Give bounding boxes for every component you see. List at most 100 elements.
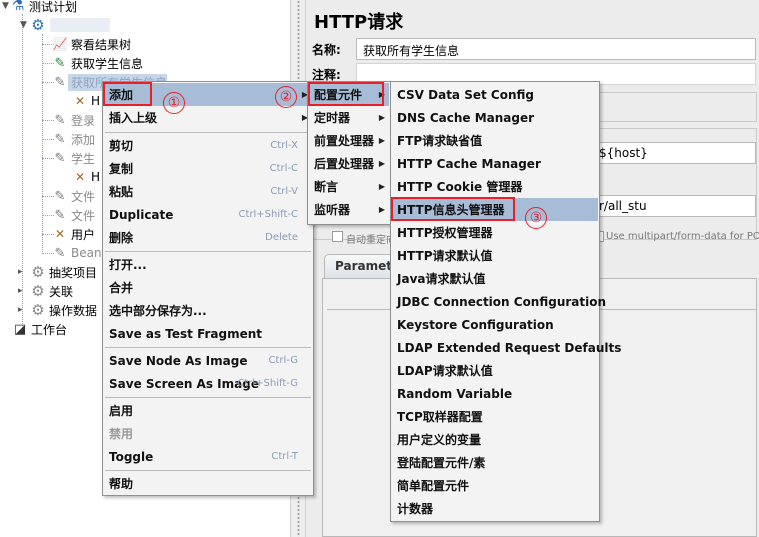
menu-item-copy[interactable]: 复制 Ctrl-C [104,157,312,180]
gear-icon: ⚙ [31,301,45,319]
tree-node-data-op[interactable]: ▸ ⚙ 操作数据 [18,300,97,320]
menu-item-enable[interactable]: 启用 [104,399,312,422]
workbench-icon: ◪ [13,321,27,337]
tree-node-thread-group[interactable]: ▼ ⚙ [20,15,110,35]
menu-item-save-fragment[interactable]: Save as Test Fragment [104,322,312,345]
menu-item-csv-data-set[interactable]: CSV Data Set Config [392,83,598,106]
tree-node-file-1[interactable]: ✎ 文件 [52,186,95,206]
menu-item-help[interactable]: 帮助 [104,472,312,495]
wrench-icon: ✕ [54,227,66,241]
collapse-toggle-icon[interactable]: ▼ [2,1,9,11]
wrench-icon: ✕ [74,170,86,184]
path-field[interactable]: r/all_stu [592,195,756,217]
menu-item-http-defaults[interactable]: HTTP请求默认值 [392,244,598,267]
gear-icon: ⚙ [31,263,45,281]
auto-redirect-label: 自动重定向 [346,235,396,246]
menu-separator [105,397,311,398]
menu-separator [105,347,311,348]
expand-toggle-icon[interactable]: ▸ [18,267,23,277]
menu-item-http-cache[interactable]: HTTP Cache Manager [392,152,598,175]
menu-item-tcp-config[interactable]: TCP取样器配置 [392,405,598,428]
pen-icon: ✎ [54,150,66,166]
menu-item-insert-parent[interactable]: 插入上级 ▶ [104,106,312,129]
pen-icon: ✎ [54,74,66,90]
panel-title: HTTP请求 [314,12,404,33]
menu-item-ftp-defaults[interactable]: FTP请求缺省值 [392,129,598,152]
menu-item-user-variables[interactable]: 用户定义的变量 [392,428,598,451]
annotation-box-header-manager [391,197,515,221]
gear-icon: ⚙ [31,282,45,300]
submenu-arrow-icon: ▶ [378,113,385,122]
flask-icon: ⚗ [11,0,25,14]
tree-node-get-student[interactable]: ✎ 获取学生信息 [52,53,143,73]
menu-item-save-selection[interactable]: 选中部分保存为... [104,299,312,322]
menu-item-random-variable[interactable]: Random Variable [392,382,598,405]
auto-redirect-checkbox[interactable] [332,231,343,242]
expand-toggle-icon[interactable]: ▸ [18,286,23,296]
tree-node-student-child[interactable]: ✕ H [72,167,100,187]
menu-item-counter[interactable]: 计数器 [392,497,598,520]
menu-item-timer[interactable]: 定时器 ▶ [309,106,389,129]
annotation-box-config [308,82,384,106]
menu-item-ldap-ext-defaults[interactable]: LDAP Extended Request Defaults [392,336,621,359]
menu-item-ldap-defaults[interactable]: LDAP请求默认值 [392,359,598,382]
pen-icon: ✎ [54,112,66,128]
menu-item-assertion[interactable]: 断言 ▶ [309,175,389,198]
menu-item-disable: 禁用 [109,427,134,441]
collapse-toggle-icon[interactable]: ▼ [20,20,27,30]
menu-item-auth-manager[interactable]: HTTP授权管理器 [392,221,598,244]
menu-item-save-node-image[interactable]: Save Node As Image Ctrl-G [104,349,312,372]
tree-node-student[interactable]: ✎ 学生 [52,148,95,168]
menu-item-save-screen-image[interactable]: Save Screen As Image Ctrl+Shift-G [104,372,312,395]
tree-node-file-2[interactable]: ✎ 文件 [52,205,95,225]
pen-icon: ✎ [54,188,66,204]
multipart-label: Use multipart/form-data for POST [606,231,759,242]
menu-item-cut[interactable]: 剪切 Ctrl-X [104,134,312,157]
tree-node-login[interactable]: ✎ 登录 [52,110,95,130]
submenu-arrow-icon: ▶ [378,205,385,214]
menu-item-dns-cache[interactable]: DNS Cache Manager [392,106,598,129]
name-label: 名称: [312,42,341,57]
menu-item-merge[interactable]: 合并 [104,276,312,299]
tree-node-lottery[interactable]: ▸ ⚙ 抽奖项目 [18,262,97,282]
menu-item-cookie-manager[interactable]: HTTP Cookie 管理器 [392,175,598,198]
menu-item-paste[interactable]: 粘贴 Ctrl-V [104,180,312,203]
expand-toggle-icon[interactable]: ▸ [18,305,23,315]
tree-node-user[interactable]: ✕ 用户 [52,224,95,244]
menu-item-keystore-config[interactable]: Keystore Configuration [392,313,598,336]
submenu-arrow-icon: ▶ [378,159,385,168]
context-menu: 添加 ▶ 插入上级 ▶ 剪切 Ctrl-X 复制 Ctrl-C 粘贴 Ctrl-V Dup… [102,81,314,496]
chart-icon: 📈 [52,37,68,51]
submenu-arrow-icon: ▶ [378,136,385,145]
menu-item-toggle[interactable]: Toggle Ctrl-T [104,445,312,468]
menu-item-jdbc-config[interactable]: JDBC Connection Configuration [392,290,606,313]
annotation-step-2: ② [275,86,297,108]
menu-item-listener[interactable]: 监听器 ▶ [309,198,389,221]
menu-item-duplicate[interactable]: Duplicate Ctrl+Shift-C [104,203,312,226]
menu-separator [105,251,311,252]
config-element-submenu: CSV Data Set Config DNS Cache Manager FT… [390,81,621,522]
menu-item-simple-config[interactable]: 简单配置元件 [392,474,598,497]
wrench-icon: ✕ [74,94,86,108]
tree-node-bean[interactable]: ✎ Bean [52,243,102,263]
tree-node-follow[interactable]: ▸ ⚙ 关联 [18,281,73,301]
menu-item-java-defaults[interactable]: Java请求默认值 [392,267,598,290]
annotation-box-add [103,82,152,106]
host-field[interactable]: ${host} [592,142,756,164]
tree-node-test-plan[interactable]: ▼ ⚗ 测试计划 [2,0,77,16]
annotation-step-3: ③ [525,207,547,229]
menu-item-login-config[interactable]: 登陆配置元件/素 [392,451,598,474]
menu-item-delete[interactable]: 删除 Delete [104,226,312,249]
menu-item-open[interactable]: 打开... [104,253,312,276]
menu-item-pre-processor[interactable]: 前置处理器 ▶ [309,129,389,152]
menu-item-post-processor[interactable]: 后置处理器 ▶ [309,152,389,175]
tree-node-view-results[interactable]: 📈 察看结果树 [52,34,132,54]
tree-node-add[interactable]: ✎ 添加 [52,129,95,149]
tree-node-workbench[interactable]: ◪ 工作台 [12,319,67,339]
pen-icon: ✎ [54,55,66,71]
annotation-step-1: ① [163,92,185,114]
tree-node-header-child[interactable]: ✕ H [72,91,100,111]
pen-icon: ✎ [54,131,66,147]
menu-separator [105,470,311,471]
name-field[interactable]: 获取所有学生信息 [356,38,756,60]
